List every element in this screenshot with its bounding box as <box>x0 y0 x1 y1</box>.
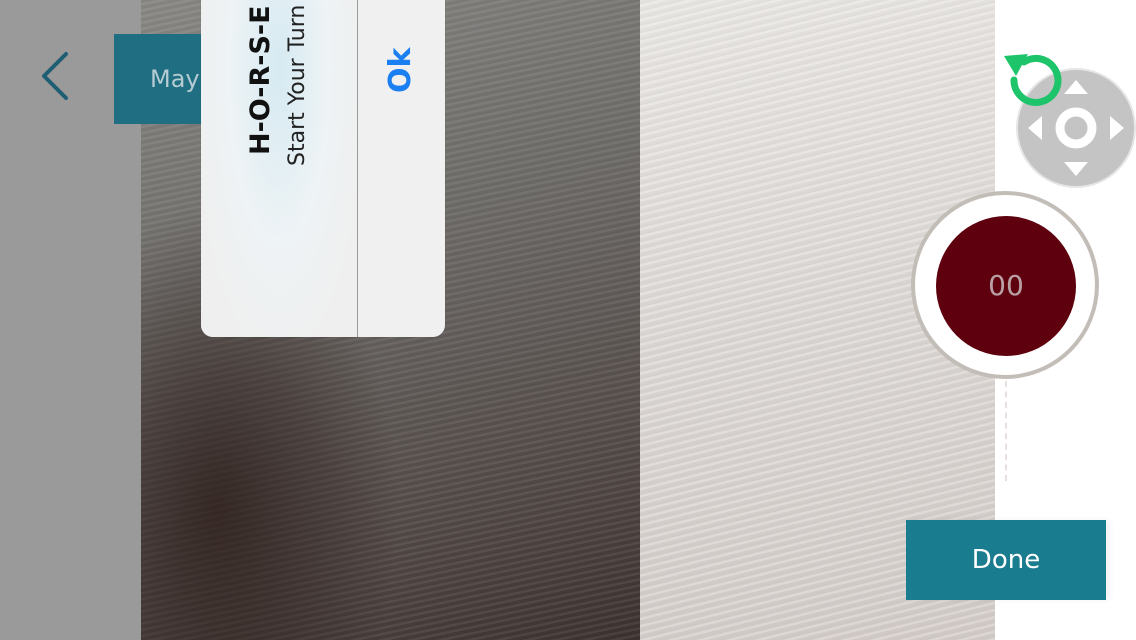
alert-dialog: H-O-R-S-E Start Your Turn Ok <box>201 0 445 337</box>
back-button[interactable] <box>30 48 86 104</box>
record-timer-button[interactable]: 00 <box>936 216 1076 356</box>
done-button[interactable]: Done <box>906 520 1106 600</box>
timer-guide-line <box>1005 381 1007 481</box>
alert-title: H-O-R-S-E <box>245 5 276 155</box>
undo-button[interactable] <box>1000 46 1068 114</box>
alert-message: Start Your Turn <box>285 4 310 166</box>
undo-icon <box>1004 54 1062 106</box>
ok-button-label[interactable]: Ok <box>383 40 423 100</box>
chevron-left-icon <box>42 52 68 100</box>
